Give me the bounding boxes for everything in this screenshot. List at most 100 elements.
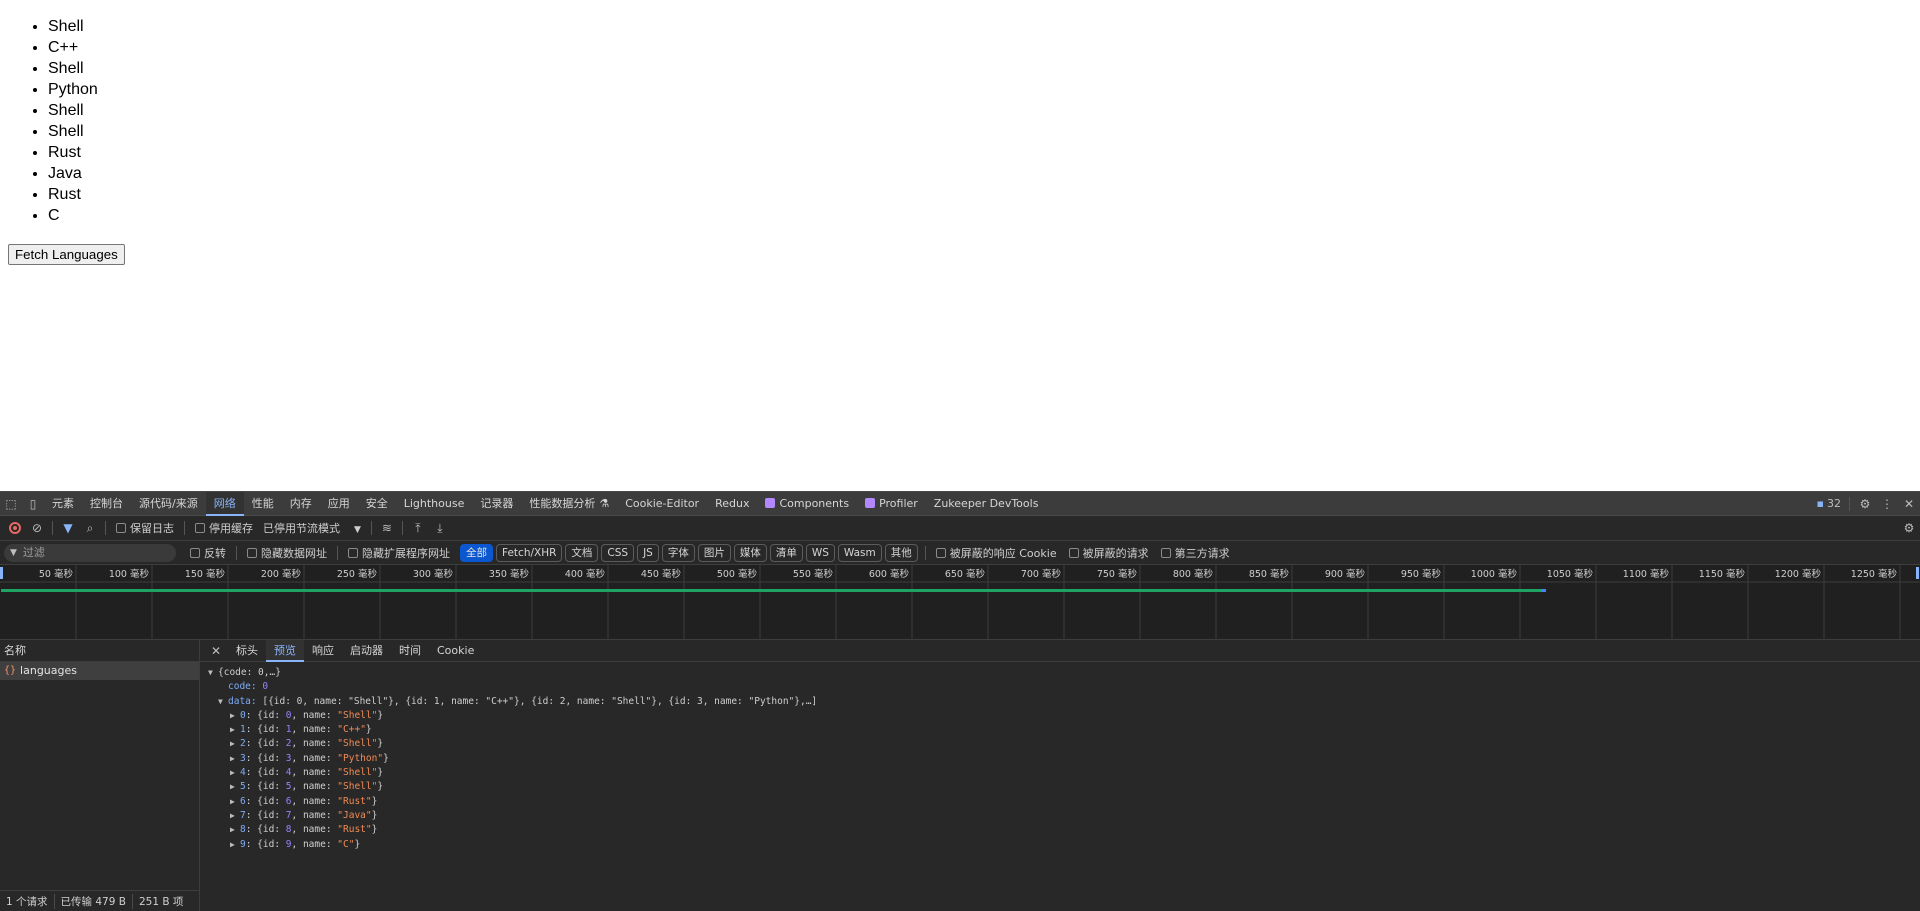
language-item: Shell [48,100,98,121]
blocked-cookies-checkbox[interactable]: 被屏蔽的响应 Cookie [935,545,1057,561]
timeline-left-handle[interactable] [0,567,3,579]
devtools-tab[interactable]: Redux [707,492,757,516]
json-array-item[interactable]: ▶ 0: {id: 0, name: "Shell"} [208,709,1920,723]
record-icon[interactable] [9,522,21,534]
devtools-tab[interactable]: Cookie-Editor [617,492,707,516]
network-conditions-icon[interactable]: ≋ [376,517,398,539]
throttling-select[interactable]: 已停用节流模式 ▼ [263,520,361,536]
type-filter-pill[interactable]: 全部 [460,543,493,562]
timeline-tick-label: 550 毫秒 [793,568,834,580]
checkbox-box [935,547,946,558]
inspect-element-icon[interactable]: ⬚ [0,493,22,515]
network-settings-icon[interactable]: ⚙ [1898,517,1920,539]
devtools-tab-label: 应用 [327,496,350,510]
type-filter-pill[interactable]: JS [637,543,659,562]
collapsed-triangle-icon: ▶ [230,768,235,778]
divider [401,521,403,535]
third-party-checkbox[interactable]: 第三方请求 [1160,545,1230,561]
type-filter-pill[interactable]: 文档 [565,543,599,562]
devtools-tab[interactable]: 安全 [358,492,396,516]
json-array-item[interactable]: ▶ 8: {id: 8, name: "Rust"} [208,823,1920,837]
issues-count: 32 [1827,497,1841,510]
issues-badge[interactable]: ▪ 32 [1813,493,1845,515]
json-array-item[interactable]: ▶ 3: {id: 3, name: "Python"} [208,752,1920,766]
detail-tab[interactable]: 时间 [391,640,429,662]
export-har-icon[interactable]: ⤓ [429,517,451,539]
language-item: C [48,205,98,226]
json-array-item[interactable]: ▶ 1: {id: 1, name: "C++"} [208,723,1920,737]
divider [370,521,372,535]
request-list: 名称 {} languages [0,640,200,890]
devtools-tab[interactable]: Components [757,492,857,516]
json-array-item[interactable]: ▶ 9: {id: 9, name: "C"} [208,838,1920,852]
devtools-tab[interactable]: Profiler [857,492,926,516]
request-row[interactable]: {} languages [0,662,199,680]
invert-checkbox[interactable]: 反转 [190,545,226,561]
detail-tab[interactable]: 标头 [228,640,266,662]
fetch-languages-button[interactable]: Fetch Languages [8,244,125,265]
detail-tab[interactable]: 预览 [266,639,304,662]
devtools-tab[interactable]: 源代码/来源 [131,492,206,516]
collapsed-triangle-icon: ▶ [230,782,235,792]
devtools-tab[interactable]: Lighthouse [396,492,473,516]
detail-tab[interactable]: Cookie [429,640,482,662]
timeline-tick-label: 500 毫秒 [717,568,758,580]
settings-icon[interactable]: ⚙ [1854,493,1876,515]
json-array-item[interactable]: ▶ 4: {id: 4, name: "Shell"} [208,766,1920,780]
network-overview-timeline[interactable]: 50 毫秒 100 毫秒 150 毫秒 200 毫秒 250 毫秒 300 毫秒 350 毫… [0,565,1920,640]
filter-icon[interactable]: ▼ [57,517,79,539]
blocked-cookies-label: 被屏蔽的响应 Cookie [949,546,1057,560]
request-items: {} languages [0,662,199,680]
devtools-tab[interactable]: Zukeeper DevTools [926,492,1047,516]
detail-tab[interactable]: 响应 [304,640,342,662]
hide-data-urls-checkbox[interactable]: 隐藏数据网址 [247,545,327,561]
devtools-tab[interactable]: 网络 [205,491,244,516]
close-devtools-icon[interactable]: ✕ [1898,493,1920,515]
devtools-tab[interactable]: 应用 [320,492,358,516]
request-detail-panel: ✕ 标头 预览 响应 启动器 时间 Cookie ▼ {code: 0,…} code: 0… [200,639,1920,911]
hide-extension-urls-checkbox[interactable]: 隐藏扩展程序网址 [348,545,450,561]
type-filter-pill[interactable]: 图片 [697,543,731,562]
json-root-row[interactable]: ▼ {code: 0,…} [208,666,1920,680]
type-filter-pill[interactable]: 其他 [884,543,918,562]
json-name: Python [343,752,378,764]
search-icon[interactable]: ⌕ [79,517,101,539]
clear-icon[interactable]: ⊘ [26,517,48,539]
checkbox-box [1068,547,1079,558]
device-toolbar-icon[interactable]: ▯ [22,493,44,515]
devtools-tab[interactable]: 性能数据分析 ⚗ [521,492,617,516]
type-filter-pill[interactable]: 清单 [769,543,803,562]
json-data-row[interactable]: ▼ data: [{id: 0, name: "Shell"}, {id: 1, … [208,695,1920,709]
devtools-tab[interactable]: 性能 [244,492,282,516]
json-array-item[interactable]: ▶ 6: {id: 6, name: "Rust"} [208,795,1920,809]
filter-field[interactable]: ▼ [4,543,176,562]
detail-tab[interactable]: 启动器 [342,640,391,662]
checkbox-box [116,523,126,533]
type-filter-pill[interactable]: WS [805,543,835,562]
type-filter-pill[interactable]: 媒体 [733,543,767,562]
timeline-right-handle[interactable] [1916,567,1919,579]
devtools-tab[interactable]: 记录器 [472,492,521,516]
close-detail-icon[interactable]: ✕ [208,640,224,662]
json-array-item[interactable]: ▶ 7: {id: 7, name: "Java"} [208,809,1920,823]
disable-cache-checkbox[interactable]: 停用缓存 [195,520,253,536]
type-filter-pill[interactable]: Fetch/XHR [496,543,563,562]
json-name: Shell [343,738,372,750]
filter-input[interactable] [22,546,163,559]
json-array-item[interactable]: ▶ 2: {id: 2, name: "Shell"} [208,737,1920,751]
resource-size: 251 B 项 [138,896,184,908]
type-filter-pill[interactable]: CSS [601,543,635,562]
devtools-tab[interactable]: 控制台 [82,492,131,516]
more-options-icon[interactable]: ⋮ [1876,493,1898,515]
import-har-icon[interactable]: ⤒ [407,517,429,539]
name-column-header[interactable]: 名称 [0,640,199,662]
type-filter-pill[interactable]: Wasm [837,543,882,562]
json-array-item[interactable]: ▶ 5: {id: 5, name: "Shell"} [208,780,1920,794]
expanded-triangle-icon: ▼ [218,696,223,706]
type-filter-pill[interactable]: 字体 [661,543,695,562]
language-item: Shell [48,58,98,79]
preserve-log-checkbox[interactable]: 保留日志 [116,520,174,536]
devtools-tab[interactable]: 内存 [282,492,320,516]
blocked-requests-checkbox[interactable]: 被屏蔽的请求 [1068,545,1149,561]
devtools-tab[interactable]: 元素 [44,492,82,516]
